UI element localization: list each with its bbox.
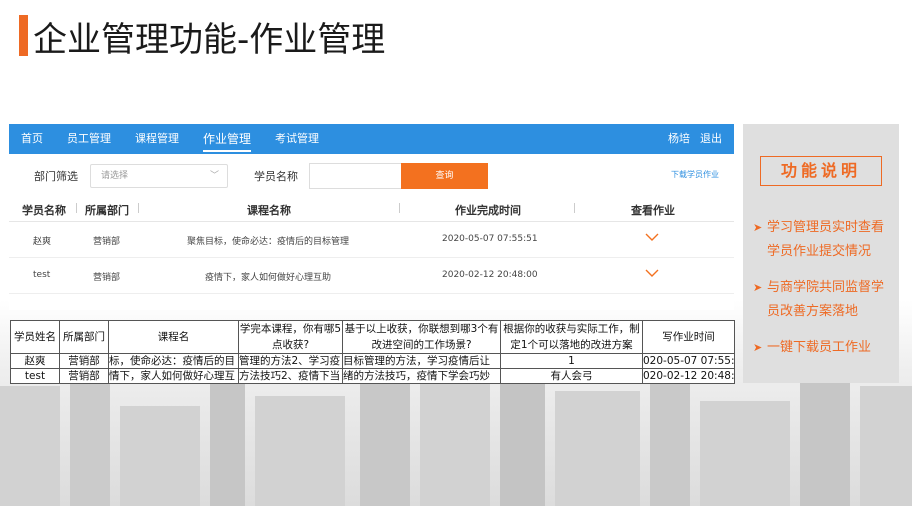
cell-department: 营销部: [93, 273, 121, 283]
sheet-cell: 标，使命必达：疫情后的目: [108, 353, 239, 369]
arrow-right-icon: ➤: [753, 341, 763, 354]
spreadsheet-header-row: 学员姓名 所属部门 课程名 学完本课程，你有哪5点收获? 基于以上收获，你联想到…: [10, 320, 735, 354]
export-spreadsheet: 学员姓名 所属部门 课程名 学完本课程，你有哪5点收获? 基于以上收获，你联想到…: [10, 320, 735, 384]
student-name-input[interactable]: [309, 163, 401, 189]
sheet-cell: 管理的方法2、学习疫: [238, 353, 343, 369]
top-nav-bar: 首页 员工管理 课程管理 作业管理 考试管理 杨培 退出: [9, 124, 734, 154]
cell-course-name: 疫情下，家人如何做好心理互助: [205, 273, 332, 283]
header-divider: [574, 203, 575, 213]
sheet-cell: 020-02-12 20:48:0: [642, 368, 735, 384]
header-divider: [138, 203, 139, 213]
spreadsheet-row: 赵爽 营销部 标，使命必达：疫情后的目 管理的方法2、学习疫 目标管理的方法，学…: [10, 353, 735, 369]
sheet-col-course: 课程名: [108, 320, 239, 354]
header-divider: [399, 203, 400, 213]
col-completion-time: 作业完成时间: [455, 204, 521, 217]
sheet-cell: 营销部: [59, 353, 109, 369]
query-button[interactable]: 查询: [401, 163, 488, 189]
cell-department: 营销部: [93, 237, 121, 247]
col-student-name: 学员名称: [22, 204, 66, 217]
feature-text: 员改善方案落地: [767, 304, 859, 319]
student-name-label: 学员名称: [254, 170, 298, 183]
sheet-cell: 营销部: [59, 368, 109, 384]
nav-homework-management[interactable]: 作业管理: [203, 124, 252, 154]
feature-item: ➤ 一键下载员工作业: [753, 336, 899, 360]
sheet-cell: test: [10, 368, 60, 384]
filter-bar: 部门筛选 请选择 ﹀ 学员名称 查询 下载学员作业: [9, 154, 734, 194]
sheet-cell: 方法技巧2、疫情下当: [238, 368, 343, 384]
dept-filter-label: 部门筛选: [34, 170, 78, 183]
download-homework-link[interactable]: 下载学员作业: [671, 169, 719, 180]
feature-panel-title: 功能说明: [760, 156, 882, 186]
homework-app-window: 首页 员工管理 课程管理 作业管理 考试管理 杨培 退出 部门筛选 请选择 ﹀ …: [9, 124, 734, 310]
feature-text: 学习管理员实时查看: [767, 220, 885, 235]
nav-course-management[interactable]: 课程管理: [135, 124, 179, 154]
sheet-cell: 赵爽: [10, 353, 60, 369]
sheet-col-dept: 所属部门: [59, 320, 109, 354]
title-accent-bar: [19, 15, 28, 56]
feature-item: ➤ 学习管理员实时查看 学员作业提交情况: [753, 216, 899, 264]
cell-student-name: test: [33, 270, 51, 280]
chevron-down-icon[interactable]: [645, 232, 659, 242]
slide-title: 企业管理功能-作业管理: [33, 20, 386, 60]
feature-description-panel: 功能说明 ➤ 学习管理员实时查看 学员作业提交情况 ➤ 与商学院共同监督学 员改…: [743, 124, 899, 383]
sheet-col-q1: 学完本课程，你有哪5点收获?: [238, 320, 343, 354]
nav-home[interactable]: 首页: [21, 124, 43, 154]
sheet-col-q2: 基于以上收获，你联想到哪3个有改进空间的工作场景?: [342, 320, 501, 354]
sheet-cell: 1: [500, 353, 643, 369]
cell-completion-time: 2020-05-07 07:55:51: [442, 234, 538, 244]
nav-exam-management[interactable]: 考试管理: [275, 124, 319, 154]
sheet-cell: 情下，家人如何做好心理互: [108, 368, 239, 384]
sheet-cell: 有人会弓: [500, 368, 643, 384]
col-view-homework: 查看作业: [631, 204, 675, 217]
feature-text: 一键下载员工作业: [767, 340, 872, 355]
sheet-col-q3: 根据你的收获与实际工作，制定1个可以落地的改进方案: [500, 320, 643, 354]
table-row[interactable]: 赵爽 营销部 聚焦目标，使命必达：疫情后的目标管理 2020-05-07 07:…: [9, 222, 734, 258]
user-name[interactable]: 杨培: [668, 124, 690, 154]
cell-course-name: 聚焦目标，使命必达：疫情后的目标管理: [187, 237, 350, 247]
sheet-cell: 绪的方法技巧，疫情下学会巧妙: [342, 368, 501, 384]
col-department: 所属部门: [85, 204, 129, 217]
arrow-right-icon: ➤: [753, 281, 763, 294]
dept-select-placeholder: 请选择: [101, 171, 129, 181]
table-row[interactable]: test 营销部 疫情下，家人如何做好心理互助 2020-02-12 20:48…: [9, 258, 734, 294]
col-course-name: 课程名称: [247, 204, 291, 217]
spreadsheet-row: test 营销部 情下，家人如何做好心理互 方法技巧2、疫情下当 绪的方法技巧，…: [10, 368, 735, 384]
sheet-cell: 目标管理的方法，学习疫情后让: [342, 353, 501, 369]
sheet-col-time: 写作业时间: [642, 320, 735, 354]
dept-select[interactable]: 请选择 ﹀: [90, 164, 228, 188]
chevron-down-icon: ﹀: [209, 171, 219, 181]
cell-completion-time: 2020-02-12 20:48:00: [442, 270, 538, 280]
nav-employee-management[interactable]: 员工管理: [67, 124, 111, 154]
feature-text: 学员作业提交情况: [767, 244, 872, 259]
feature-item: ➤ 与商学院共同监督学 员改善方案落地: [753, 276, 899, 324]
arrow-right-icon: ➤: [753, 221, 763, 234]
sheet-cell: 020-05-07 07:55:5: [642, 353, 735, 369]
table-header: 学员名称 所属部门 课程名称 作业完成时间 查看作业: [9, 194, 734, 222]
feature-text: 与商学院共同监督学: [767, 280, 885, 295]
logout-link[interactable]: 退出: [700, 124, 722, 154]
sheet-col-student: 学员姓名: [10, 320, 60, 354]
header-divider: [76, 203, 77, 213]
chevron-down-icon[interactable]: [645, 268, 659, 278]
cell-student-name: 赵爽: [33, 237, 52, 247]
